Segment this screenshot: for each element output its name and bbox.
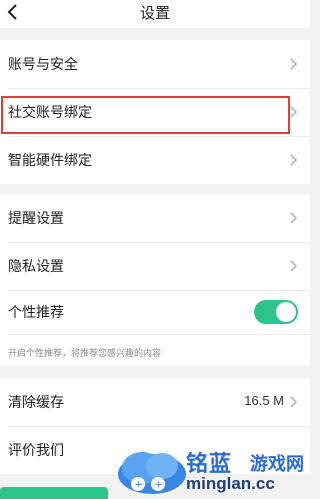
svg-text:+: +	[135, 480, 143, 491]
row-label: 个性推荐	[8, 304, 64, 320]
cache-size: 16.5 M	[244, 393, 284, 408]
watermark-brand-sub: 游戏网	[250, 454, 304, 474]
page-title: 设置	[139, 5, 170, 22]
nav-bar: 设置	[0, 0, 310, 28]
row-label: 隐私设置	[8, 258, 64, 274]
chevron-right-icon	[290, 260, 298, 272]
preferences-group: 提醒设置 隐私设置 个性推荐	[0, 194, 310, 366]
row-label: 评价我们	[8, 442, 64, 458]
settings-row-privacy[interactable]: 隐私设置	[0, 242, 310, 290]
highlight-box	[1, 96, 290, 134]
settings-row-personal-recommend: 个性推荐	[0, 288, 310, 336]
toggle-knob	[276, 302, 296, 322]
row-label: 账号与安全	[8, 56, 78, 72]
chevron-right-icon	[290, 58, 298, 70]
bottom-action-button[interactable]	[0, 487, 108, 499]
recommend-hint: 开启个性推荐，将推荐您感兴趣的内容	[8, 348, 162, 358]
chevron-right-icon	[290, 106, 298, 118]
chevron-right-icon	[290, 396, 298, 408]
chevron-right-icon	[290, 154, 298, 166]
divider	[8, 334, 310, 335]
row-label: 清除缓存	[8, 394, 64, 410]
row-label: 提醒设置	[8, 210, 64, 226]
svg-text:+: +	[155, 480, 163, 491]
recommend-toggle[interactable]	[254, 300, 298, 324]
chevron-right-icon	[290, 212, 298, 224]
settings-row-reminder[interactable]: 提醒设置	[0, 194, 310, 242]
row-label: 智能硬件绑定	[8, 152, 92, 168]
settings-row-hardware-binding[interactable]: 智能硬件绑定	[0, 136, 310, 184]
settings-row-account-security[interactable]: 账号与安全	[0, 40, 310, 88]
settings-row-clear-cache[interactable]: 清除缓存 16.5 M	[0, 378, 310, 426]
watermark-domain: minglan.cc	[186, 474, 275, 493]
